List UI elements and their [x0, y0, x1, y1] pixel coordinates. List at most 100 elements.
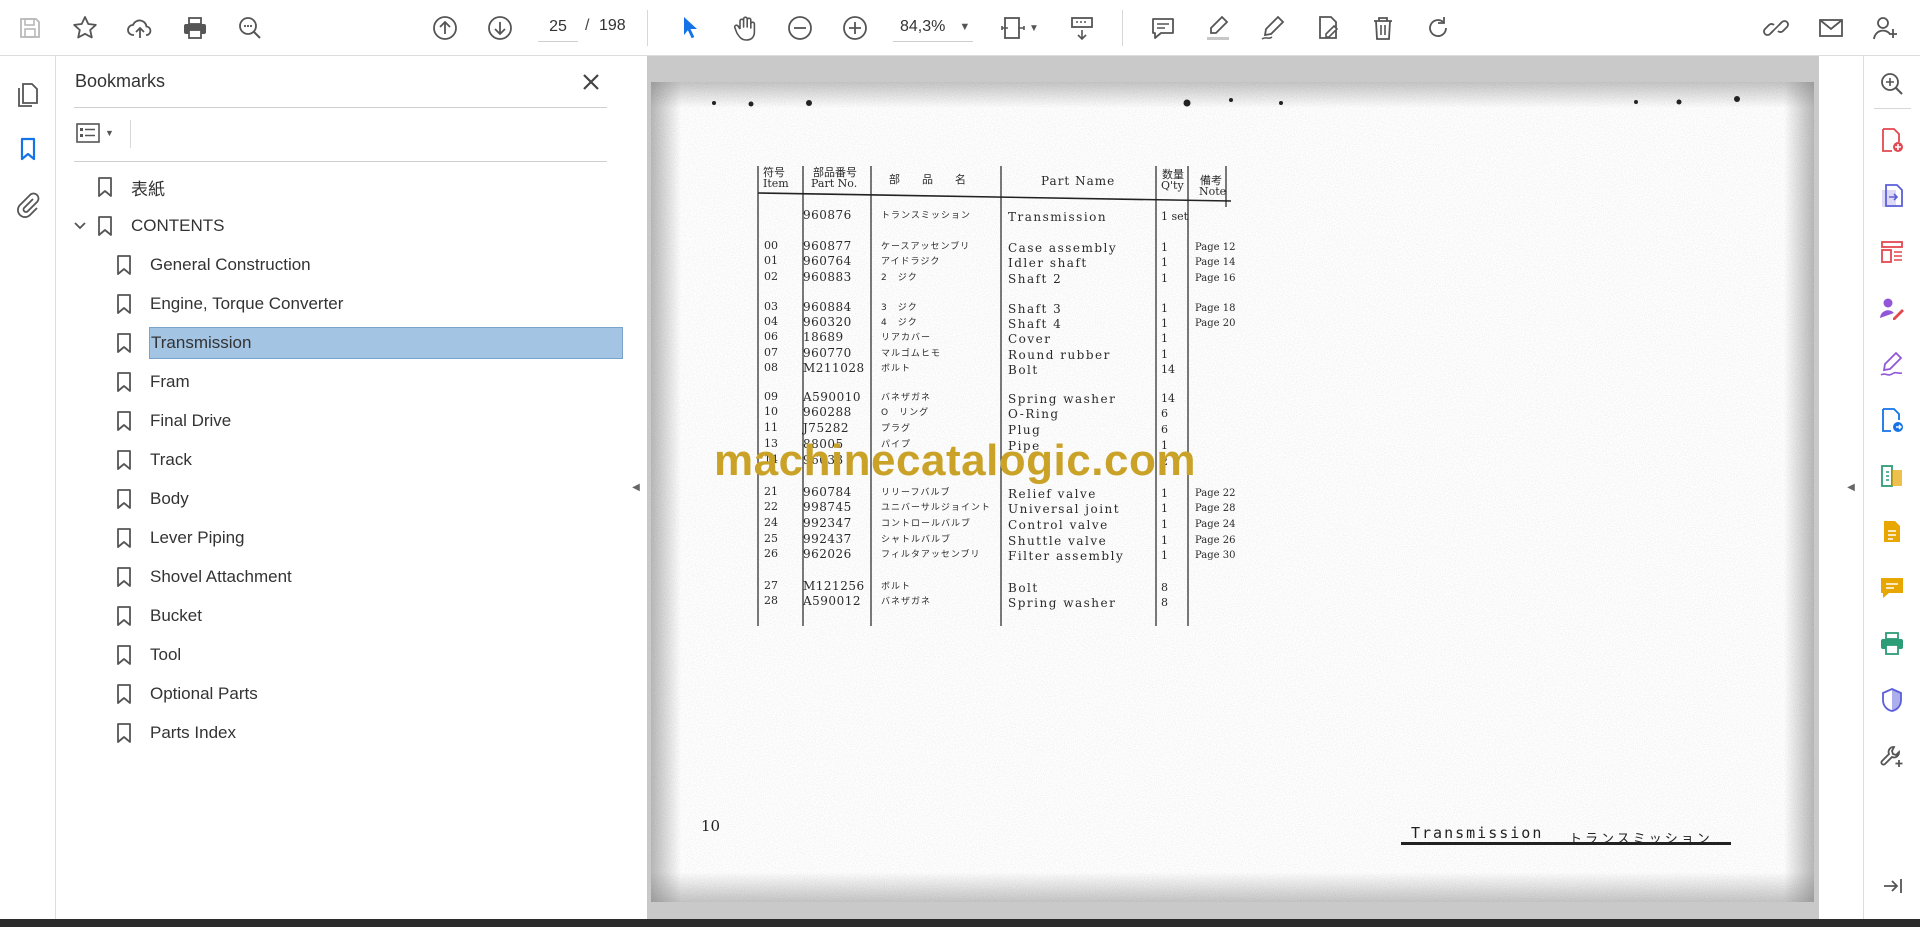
more-tools-icon[interactable]	[1874, 738, 1910, 774]
comment-tool-icon[interactable]	[1874, 570, 1910, 606]
main-toolbar: / 198 84,3% ▼ ▼	[0, 0, 1920, 56]
page-fit-icon[interactable]: ▼	[995, 8, 1043, 48]
compare-files-icon[interactable]	[1874, 458, 1910, 494]
bookmark-item[interactable]: Lever Piping	[114, 522, 245, 554]
bookmark-item[interactable]: Engine, Torque Converter	[114, 288, 343, 320]
hand-tool-icon[interactable]	[725, 8, 765, 48]
cell-part-name: Control valve	[1008, 518, 1109, 532]
organize-pages-icon[interactable]	[1874, 234, 1910, 270]
cell-quantity: 1	[1161, 549, 1168, 562]
export-pdf-icon[interactable]	[1874, 178, 1910, 214]
create-pdf-icon[interactable]	[1874, 122, 1910, 158]
bookmark-item[interactable]: Shovel Attachment	[114, 561, 292, 593]
edit-document-icon[interactable]	[1308, 8, 1348, 48]
header-name: Part Name	[1041, 174, 1116, 188]
protect-shield-icon[interactable]	[1874, 682, 1910, 718]
collapse-tools-icon[interactable]	[1874, 868, 1910, 904]
cell-item: 11	[764, 421, 778, 434]
bookmark-label: Engine, Torque Converter	[150, 294, 344, 313]
select-arrow-icon[interactable]	[670, 8, 710, 48]
cell-part-number: A590010	[803, 390, 861, 404]
close-icon[interactable]	[575, 66, 607, 98]
bookmark-icon	[114, 254, 134, 276]
chevron-down-icon[interactable]	[70, 210, 90, 242]
comment-icon[interactable]	[1143, 8, 1183, 48]
page-number-input[interactable]	[538, 12, 578, 42]
cell-part-name: O-Ring	[1008, 407, 1060, 421]
bookmark-options-button[interactable]: ▼	[75, 117, 123, 149]
cell-item: 25	[764, 532, 778, 545]
next-page-icon[interactable]	[480, 8, 520, 48]
email-icon[interactable]	[1811, 8, 1851, 48]
bookmark-item[interactable]: Tool	[114, 639, 181, 671]
toolbar-divider	[647, 10, 648, 46]
bookmark-item[interactable]: Transmission	[114, 327, 623, 359]
bookmark-label: CONTENTS	[131, 216, 225, 235]
cell-item: 03	[764, 300, 778, 313]
document-viewport[interactable]: 符号 Item 部品番号 Part No. 部 品 名 Part Name 数量 Q'ty 備考…	[647, 56, 1819, 919]
cell-name-jp: シャトルバルブ	[881, 535, 952, 545]
request-signatures-icon[interactable]	[1874, 290, 1910, 326]
highlight-icon[interactable]	[1198, 8, 1238, 48]
cell-part-number: A590012	[803, 594, 861, 608]
redo-rotate-icon[interactable]	[1418, 8, 1458, 48]
scan-ocr-icon[interactable]	[1874, 514, 1910, 550]
scroll-mode-icon[interactable]	[1062, 8, 1102, 48]
fill-sign-icon[interactable]	[1874, 346, 1910, 382]
cell-item: 10	[764, 405, 778, 418]
share-link-icon[interactable]	[1756, 8, 1796, 48]
cell-part-number: J75282	[803, 421, 849, 435]
bookmark-item[interactable]: Bucket	[114, 600, 202, 632]
right-panel-splitter[interactable]: ◀	[1840, 56, 1862, 919]
zoom-out-icon[interactable]	[780, 8, 820, 48]
bookmark-icon	[114, 293, 134, 315]
cell-part-number: 960883	[803, 270, 852, 284]
bookmark-item[interactable]: 表紙	[95, 171, 165, 203]
bookmarks-panel: Bookmarks ▼ 表紙 CONTENTS General Constructi…	[57, 56, 625, 919]
star-icon[interactable]	[65, 8, 105, 48]
bookmark-label: Lever Piping	[150, 528, 245, 547]
bookmark-panel-icon[interactable]	[8, 129, 48, 169]
bookmark-item[interactable]: General Construction	[114, 249, 311, 281]
bookmark-item[interactable]: Track	[114, 444, 192, 476]
upload-cloud-icon[interactable]	[120, 8, 160, 48]
cell-quantity: 1	[1161, 534, 1168, 547]
bookmark-icon	[114, 332, 134, 354]
cell-quantity: 1	[1161, 302, 1168, 315]
bookmark-item[interactable]: Fram	[114, 366, 190, 398]
attachment-paperclip-icon[interactable]	[8, 184, 48, 224]
cell-name-jp: フィルタアッセンブリ	[881, 550, 981, 560]
zoom-in-icon[interactable]	[835, 8, 875, 48]
account-icon[interactable]	[1866, 8, 1906, 48]
bookmark-icon	[114, 605, 134, 627]
previous-page-icon[interactable]	[425, 8, 465, 48]
page-thumbnails-icon[interactable]	[8, 74, 48, 114]
bookmark-icon	[114, 527, 134, 549]
tools-rail	[1863, 56, 1920, 919]
print-icon[interactable]	[175, 8, 215, 48]
send-review-icon[interactable]	[1874, 402, 1910, 438]
bookmark-item[interactable]: Optional Parts	[114, 678, 258, 710]
bookmark-item[interactable]: CONTENTS	[95, 210, 225, 242]
bookmark-item[interactable]: Body	[114, 483, 189, 515]
save-icon[interactable]	[10, 8, 50, 48]
delete-trash-icon[interactable]	[1363, 8, 1403, 48]
chevron-down-icon: ▼	[105, 128, 114, 138]
bookmark-item[interactable]: Parts Index	[114, 717, 236, 749]
cell-part-number: M121256	[803, 579, 865, 593]
header-qty: Q'ty	[1161, 179, 1184, 192]
print-production-icon[interactable]	[1874, 626, 1910, 662]
bookmark-item[interactable]: Final Drive	[114, 405, 231, 437]
draw-pen-icon[interactable]	[1253, 8, 1293, 48]
bookmark-icon	[114, 449, 134, 471]
zoom-search-icon[interactable]	[1874, 66, 1910, 102]
zoom-select[interactable]: 84,3% ▼	[893, 12, 973, 42]
toolbar-divider	[1122, 10, 1123, 46]
cell-part-number: 992347	[803, 516, 852, 530]
left-panel-splitter[interactable]: ◀	[625, 56, 647, 919]
find-icon[interactable]	[230, 8, 270, 48]
chevron-down-icon: ▼	[959, 20, 971, 33]
cell-part-number: 962026	[803, 547, 852, 561]
cell-name-jp: アイドラジク	[881, 257, 941, 267]
cell-note: Page 28	[1195, 503, 1236, 514]
